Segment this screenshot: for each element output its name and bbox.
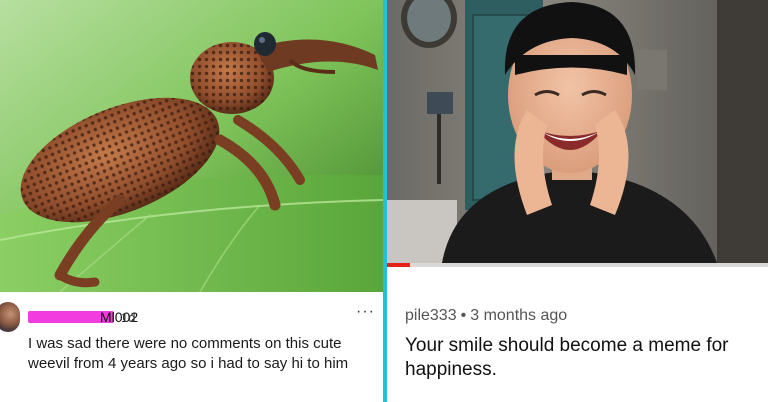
right-comment: pile333 • 3 months ago Your smile should b…: [387, 267, 768, 402]
comment-timestamp: 3 months ago: [470, 307, 568, 324]
comment-text: I was sad there were no comments on this…: [28, 335, 349, 372]
comment-username[interactable]: pile333: [405, 307, 457, 324]
weevil-photo: [0, 0, 383, 292]
left-post-panel: Ml002 1d ··· I was sad there were no com…: [0, 0, 383, 402]
left-comment: Ml002 1d ··· I was sad there were no com…: [0, 292, 383, 402]
comment-text: Your smile should become a meme for happ…: [405, 335, 729, 380]
right-post-panel: pile333 • 3 months ago Your smile should b…: [387, 0, 768, 402]
meta-separator: •: [460, 307, 467, 324]
comment-timestamp: 1d: [121, 310, 136, 325]
more-horizontal-icon[interactable]: ···: [356, 304, 375, 320]
video-frame[interactable]: [387, 0, 768, 263]
comment-meta: pile333 • 3 months ago: [405, 307, 567, 325]
avatar[interactable]: [0, 302, 20, 332]
